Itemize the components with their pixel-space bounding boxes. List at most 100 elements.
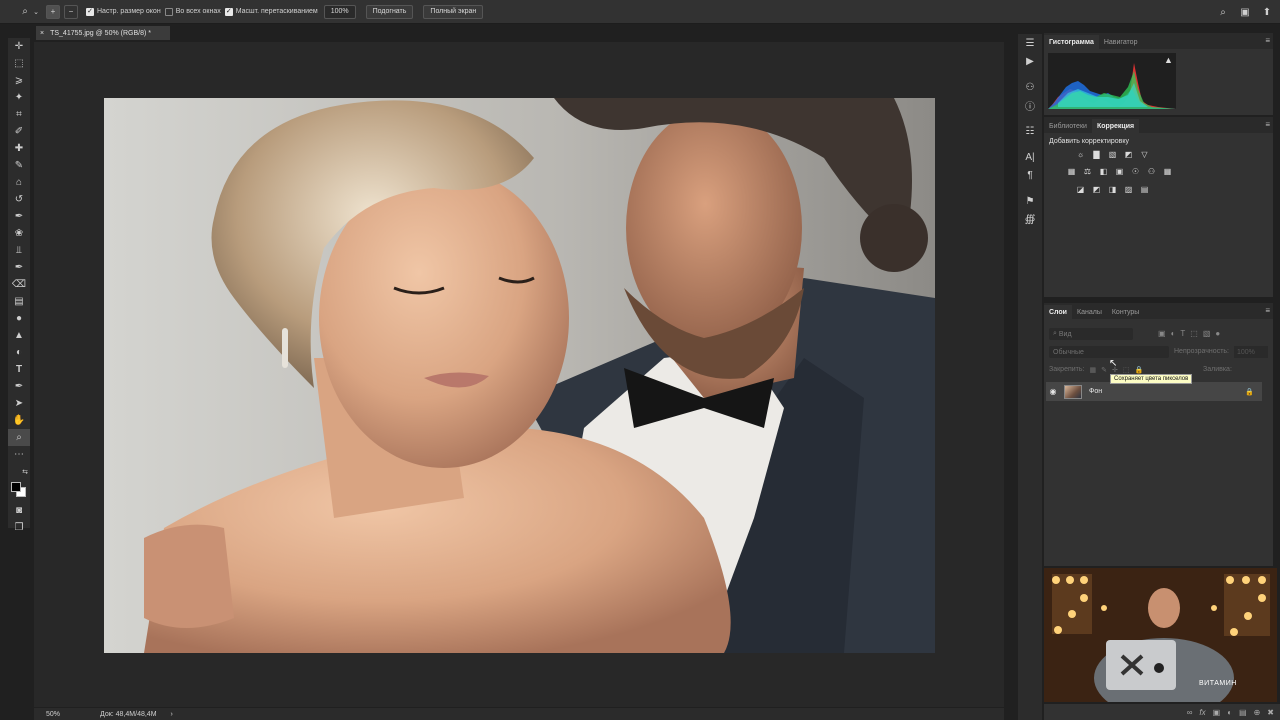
move-tool-icon[interactable]: ✛ xyxy=(8,38,30,55)
posterize-icon[interactable]: ◩ xyxy=(1091,184,1102,195)
status-menu-arrow[interactable]: › xyxy=(171,711,173,718)
panel-menu-icon[interactable]: ≡ xyxy=(1265,120,1270,129)
info-icon[interactable]: ⓘ xyxy=(1018,96,1042,114)
visibility-eye-icon[interactable]: ◉ xyxy=(1046,387,1060,396)
type-tool-icon[interactable]: T xyxy=(8,361,30,378)
fit-screen-button[interactable]: Подогнать xyxy=(365,4,414,19)
photo-filter-icon[interactable]: ▣ xyxy=(1114,166,1125,177)
history-brush-tool-icon[interactable]: ↺ xyxy=(8,191,30,208)
layer-style-icon[interactable]: fx xyxy=(1199,708,1205,717)
properties-icon[interactable]: ☷ xyxy=(1018,122,1042,140)
workspace-icon[interactable]: ▣ xyxy=(1238,5,1252,19)
scrubby-zoom-checkbox[interactable]: ✓ Масшт. перетаскиванием xyxy=(224,7,318,16)
panel-menu-icon[interactable]: ≡ xyxy=(1265,306,1270,315)
tab-paths[interactable]: Контуры xyxy=(1107,305,1144,319)
chevron-down-icon[interactable]: ⌄ xyxy=(32,5,40,19)
threshold-icon[interactable]: ◨ xyxy=(1107,184,1118,195)
lock-all-icon[interactable]: 🔒 xyxy=(1134,366,1143,374)
lock-transparent-icon[interactable]: ▦ xyxy=(1089,366,1096,374)
document-tab[interactable]: × TS_41755.jpg @ 50% (RGB/8) * xyxy=(36,26,170,40)
learn-icon[interactable]: ⚇ xyxy=(1018,78,1042,96)
color-balance-icon[interactable]: ⚖ xyxy=(1082,166,1093,177)
lock-artboard-icon[interactable]: ⬚ xyxy=(1123,366,1130,374)
levels-icon[interactable]: ▇ xyxy=(1091,149,1102,160)
zoom-100-button[interactable]: 100% xyxy=(323,4,356,19)
filter-smart-object-icon[interactable]: ▧ xyxy=(1203,329,1211,338)
gradient-tool-icon[interactable]: ▤ xyxy=(8,293,30,310)
opacity-input[interactable]: 100% xyxy=(1234,346,1268,358)
hue-saturation-icon[interactable]: ▦ xyxy=(1066,166,1077,177)
drop-tool-icon[interactable]: ● xyxy=(8,310,30,327)
quick-mask-icon[interactable]: ◙ xyxy=(8,502,30,519)
screen-mode-icon[interactable]: ❐ xyxy=(8,519,30,536)
color-swatches[interactable] xyxy=(8,480,30,502)
lasso-tool-icon[interactable]: ⩾ xyxy=(8,72,30,89)
invert-icon[interactable]: ◪ xyxy=(1075,184,1086,195)
selective-color-icon[interactable]: ▨ xyxy=(1123,184,1134,195)
curves-icon[interactable]: ▧ xyxy=(1107,149,1118,160)
document-image[interactable] xyxy=(104,98,935,653)
quick-select-tool-icon[interactable]: ✦ xyxy=(8,89,30,106)
paragraph-icon[interactable]: ¶ xyxy=(1018,166,1042,184)
share-icon[interactable]: ⬆ xyxy=(1260,5,1274,19)
brush-tool-icon[interactable]: ✎ xyxy=(8,157,30,174)
clone-stamp-tool-icon[interactable]: ⌂ xyxy=(8,174,30,191)
eraser-tool-icon[interactable]: ⌫ xyxy=(8,276,30,293)
burn-tool-icon[interactable]: ◐ xyxy=(8,344,30,361)
color-lookup-icon[interactable]: ⚇ xyxy=(1146,166,1157,177)
blend-mode-select[interactable]: Обычные xyxy=(1049,346,1169,358)
zoom-out-icon[interactable]: − xyxy=(64,4,78,19)
pen-tool-icon[interactable]: ✒ xyxy=(8,378,30,395)
actions-play-icon[interactable]: ▶ xyxy=(1018,52,1042,70)
link-layers-icon[interactable]: ∞ xyxy=(1187,708,1193,717)
blur-brush-tool-icon[interactable]: ✒ xyxy=(8,259,30,276)
glyphs-icon[interactable]: ⚑ xyxy=(1018,192,1042,210)
tab-histogram[interactable]: Гистограмма xyxy=(1044,35,1099,49)
mixer-brush-tool-icon[interactable]: ✒ xyxy=(8,208,30,225)
new-group-icon[interactable]: ▤ xyxy=(1239,708,1247,717)
filter-pixel-icon[interactable]: ▣ xyxy=(1158,329,1166,338)
zoom-level[interactable]: 50% xyxy=(34,711,72,718)
new-layer-icon[interactable]: ⊕ xyxy=(1254,708,1261,717)
add-mask-icon[interactable]: ▣ xyxy=(1213,708,1221,717)
filter-shape-icon[interactable]: ⬚ xyxy=(1190,329,1198,338)
eyedropper-tool-icon[interactable]: ✐ xyxy=(8,123,30,140)
lock-image-pixels-icon[interactable]: ✎ xyxy=(1101,366,1107,374)
resize-windows-checkbox[interactable]: ✓ Настр. размер окон xyxy=(86,7,161,16)
tab-channels[interactable]: Каналы xyxy=(1072,305,1107,319)
foreground-color-swatch[interactable] xyxy=(11,482,21,492)
zoom-in-icon[interactable]: + xyxy=(46,4,60,19)
delete-layer-icon[interactable]: ✖ xyxy=(1267,708,1274,717)
warning-icon[interactable]: ▲ xyxy=(1164,55,1173,65)
filter-toggle-icon[interactable]: ● xyxy=(1215,329,1220,338)
new-adjustment-icon[interactable]: ◐ xyxy=(1227,708,1232,717)
exposure-icon[interactable]: ◩ xyxy=(1123,149,1134,160)
layer-name[interactable]: Фон xyxy=(1089,388,1102,395)
character-styles-icon[interactable]: ∰ xyxy=(1018,210,1042,228)
vibrance-icon[interactable]: ▽ xyxy=(1139,149,1150,160)
tab-navigator[interactable]: Навигатор xyxy=(1099,35,1143,49)
close-icon[interactable]: × xyxy=(40,30,44,37)
history-icon[interactable]: ☰ xyxy=(1018,34,1042,52)
zoom-tool-preset-icon[interactable]: ⌕ xyxy=(18,5,32,19)
filter-type-icon[interactable]: T xyxy=(1180,329,1185,338)
gradient-map-icon[interactable]: ▤ xyxy=(1139,184,1150,195)
all-windows-checkbox[interactable]: Во всех окнах xyxy=(164,7,221,16)
dodge-tool-icon[interactable]: ❀ xyxy=(8,225,30,242)
sharpen-tool-icon[interactable]: ▲ xyxy=(8,327,30,344)
brightness-contrast-icon[interactable]: ☼ xyxy=(1075,149,1086,160)
grid-lookup-icon[interactable]: ▦ xyxy=(1162,166,1173,177)
panel-menu-icon[interactable]: ≡ xyxy=(1265,36,1270,45)
search-icon[interactable]: ⌕ xyxy=(1216,5,1230,19)
layer-filter-input[interactable]: ⌕ Вид xyxy=(1049,328,1133,340)
path-select-tool-icon[interactable]: ➤ xyxy=(8,395,30,412)
stamp-tool-icon[interactable]: ⫫ xyxy=(8,242,30,259)
black-white-icon[interactable]: ◧ xyxy=(1098,166,1109,177)
channel-mixer-icon[interactable]: ☉ xyxy=(1130,166,1141,177)
marquee-tool-icon[interactable]: ⬚ xyxy=(8,55,30,72)
hand-tool-icon[interactable]: ✋ xyxy=(8,412,30,429)
swap-colors-icon[interactable]: ⇆ xyxy=(8,463,30,480)
tab-layers[interactable]: Слои xyxy=(1044,305,1072,319)
more-tools-icon[interactable]: ⋯ xyxy=(8,446,30,463)
layer-row[interactable]: ◉ Фон 🔒 xyxy=(1046,382,1262,401)
